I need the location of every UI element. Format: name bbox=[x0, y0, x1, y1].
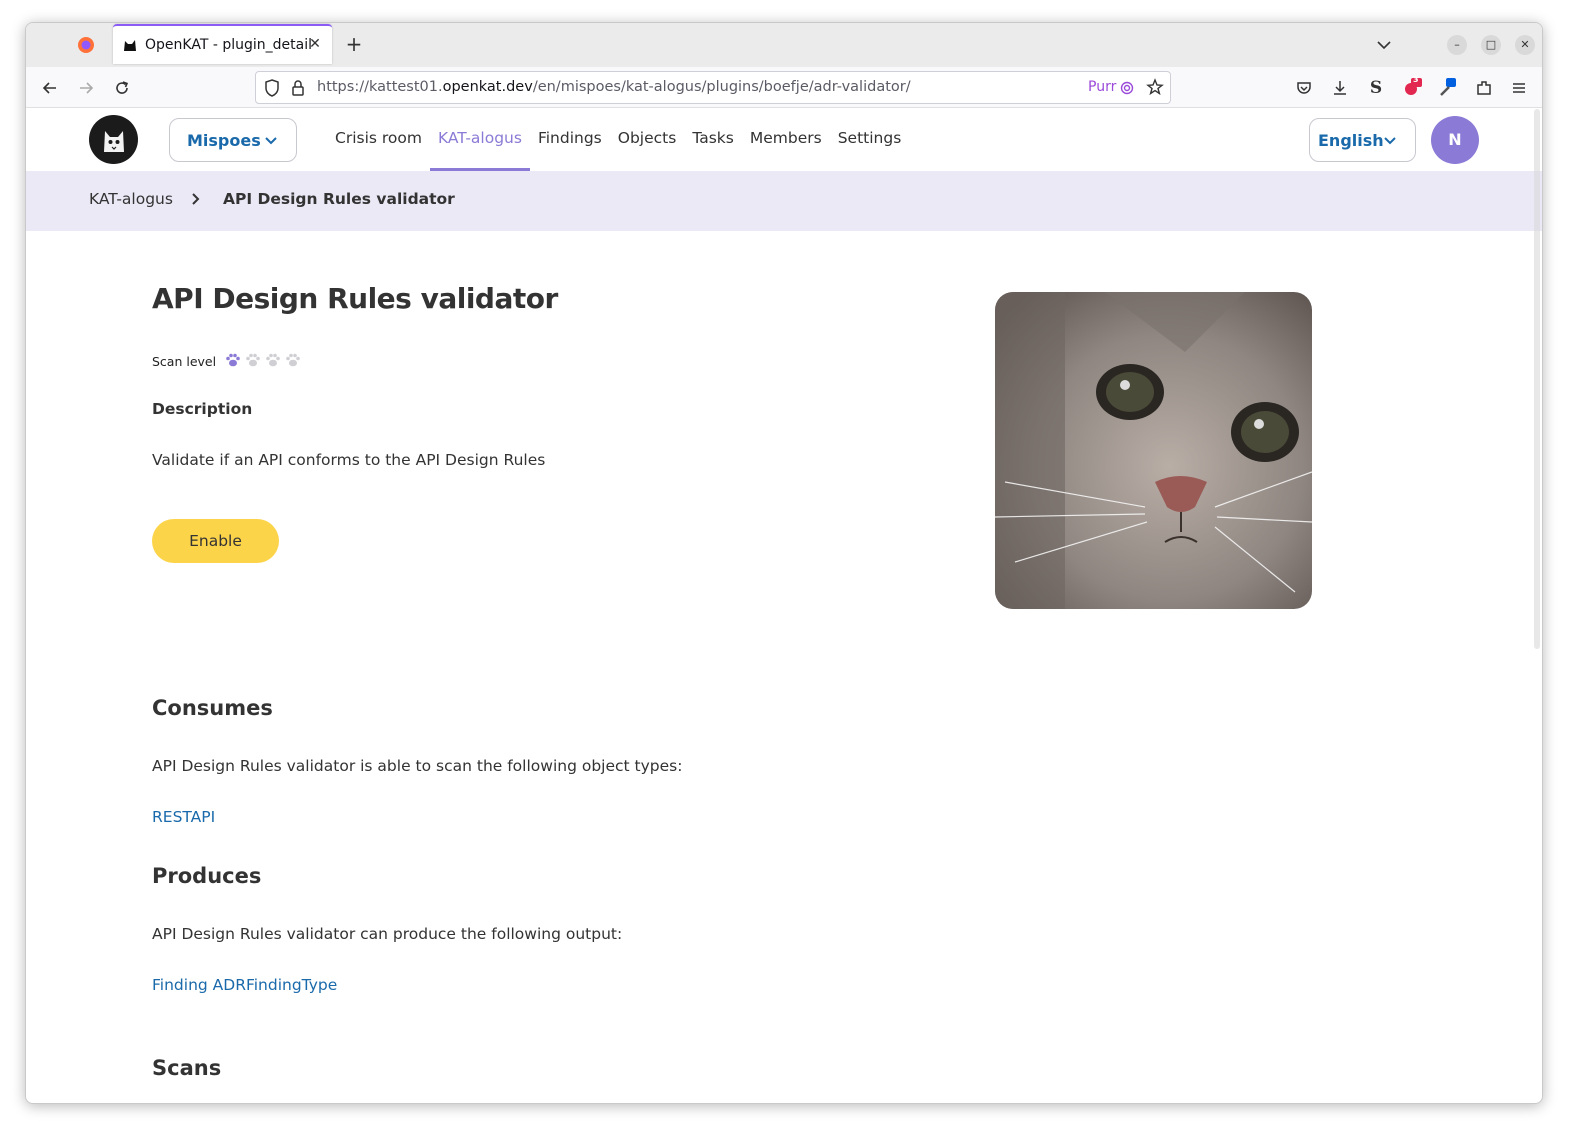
shield-icon[interactable] bbox=[264, 79, 280, 101]
openkat-logo[interactable] bbox=[89, 115, 138, 164]
new-tab-icon[interactable]: + bbox=[342, 33, 366, 57]
browser-window: OpenKAT - plugin_detail ✕ + – □ ✕ https:… bbox=[25, 22, 1543, 1104]
organization-name: Mispoes bbox=[187, 130, 261, 150]
chevron-down-icon bbox=[1383, 133, 1397, 152]
forward-icon[interactable] bbox=[74, 76, 98, 100]
extension-icon[interactable] bbox=[1473, 77, 1495, 99]
nav-members[interactable]: Members bbox=[742, 109, 830, 171]
organization-select[interactable]: Mispoes bbox=[169, 118, 297, 162]
star-icon[interactable] bbox=[1146, 78, 1164, 100]
chevron-right-icon bbox=[189, 191, 203, 211]
maximize-icon[interactable]: □ bbox=[1481, 35, 1501, 55]
tab-title: OpenKAT - plugin_detail bbox=[145, 37, 312, 53]
page-scrollbar[interactable] bbox=[1534, 109, 1540, 649]
plugin-cat-image bbox=[995, 292, 1312, 609]
lock-icon[interactable] bbox=[291, 79, 305, 101]
language-select[interactable]: English bbox=[1309, 118, 1416, 162]
paw-icon bbox=[225, 352, 241, 372]
page-title: API Design Rules validator bbox=[152, 282, 558, 315]
paw-icon bbox=[245, 352, 261, 372]
breadcrumb-kat-alogus[interactable]: KAT-alogus bbox=[89, 190, 173, 208]
scan-level-label: Scan level bbox=[152, 354, 217, 369]
produces-text: API Design Rules validator can produce t… bbox=[152, 925, 623, 943]
cat-favicon-icon bbox=[121, 36, 139, 54]
fingerprint-icon[interactable] bbox=[1120, 80, 1134, 100]
description-text: Validate if an API conforms to the API D… bbox=[152, 451, 546, 469]
site-header: Mispoes Crisis room KAT-alogus Findings … bbox=[26, 109, 1542, 171]
extension-badge-icon[interactable]: 3 bbox=[1401, 75, 1423, 99]
produces-item-adr-finding-type[interactable]: Finding ADRFindingType bbox=[152, 976, 337, 994]
close-icon[interactable]: ✕ bbox=[306, 35, 324, 53]
download-icon[interactable] bbox=[1329, 77, 1351, 99]
url-text[interactable]: https://kattest01.openkat.dev/en/mispoes… bbox=[317, 79, 911, 95]
reload-icon[interactable] bbox=[110, 76, 134, 100]
scans-heading: Scans bbox=[152, 1056, 222, 1080]
nav-objects[interactable]: Objects bbox=[610, 109, 685, 171]
window-close-icon[interactable]: ✕ bbox=[1515, 35, 1535, 55]
user-avatar[interactable]: N bbox=[1431, 116, 1479, 164]
enable-button[interactable]: Enable bbox=[152, 519, 279, 563]
language-label: English bbox=[1318, 130, 1384, 150]
consumes-heading: Consumes bbox=[152, 696, 273, 720]
purr-label[interactable]: Purr bbox=[1088, 79, 1116, 95]
pocket-icon[interactable] bbox=[1293, 77, 1315, 99]
page-content: Mispoes Crisis room KAT-alogus Findings … bbox=[26, 109, 1542, 1103]
produces-heading: Produces bbox=[152, 864, 262, 888]
chevron-down-icon[interactable] bbox=[1374, 35, 1394, 55]
url-bar[interactable]: https://kattest01.openkat.dev/en/mispoes… bbox=[255, 71, 1171, 104]
extension-s-icon[interactable]: S bbox=[1365, 77, 1387, 99]
tab-openkat[interactable]: OpenKAT - plugin_detail ✕ bbox=[113, 24, 332, 64]
breadcrumb-current[interactable]: API Design Rules validator bbox=[223, 190, 455, 208]
description-heading: Description bbox=[152, 400, 253, 418]
paw-icon bbox=[285, 352, 301, 372]
nav-bar: https://kattest01.openkat.dev/en/mispoes… bbox=[26, 67, 1542, 108]
consumes-item-restapi[interactable]: RESTAPI bbox=[152, 808, 215, 826]
nav-crisis-room[interactable]: Crisis room bbox=[327, 109, 430, 171]
firefox-icon[interactable] bbox=[74, 33, 98, 57]
back-icon[interactable] bbox=[38, 76, 62, 100]
chevron-down-icon bbox=[264, 133, 278, 152]
breadcrumb: KAT-alogus API Design Rules validator bbox=[26, 171, 1542, 231]
tab-strip: OpenKAT - plugin_detail ✕ + – □ ✕ bbox=[26, 23, 1542, 67]
consumes-text: API Design Rules validator is able to sc… bbox=[152, 757, 683, 775]
extension-key-icon[interactable] bbox=[1437, 77, 1459, 99]
nav-findings[interactable]: Findings bbox=[530, 109, 610, 171]
extension-badge-count: 3 bbox=[1413, 75, 1419, 84]
nav-kat-alogus[interactable]: KAT-alogus bbox=[429, 109, 530, 171]
nav-tasks[interactable]: Tasks bbox=[684, 109, 742, 171]
scan-level-indicator bbox=[225, 352, 301, 372]
minimize-icon[interactable]: – bbox=[1447, 35, 1467, 55]
nav-settings[interactable]: Settings bbox=[830, 109, 910, 171]
main-nav: Crisis room KAT-alogus Findings Objects … bbox=[327, 109, 909, 171]
paw-icon bbox=[265, 352, 281, 372]
menu-icon[interactable] bbox=[1508, 77, 1530, 99]
